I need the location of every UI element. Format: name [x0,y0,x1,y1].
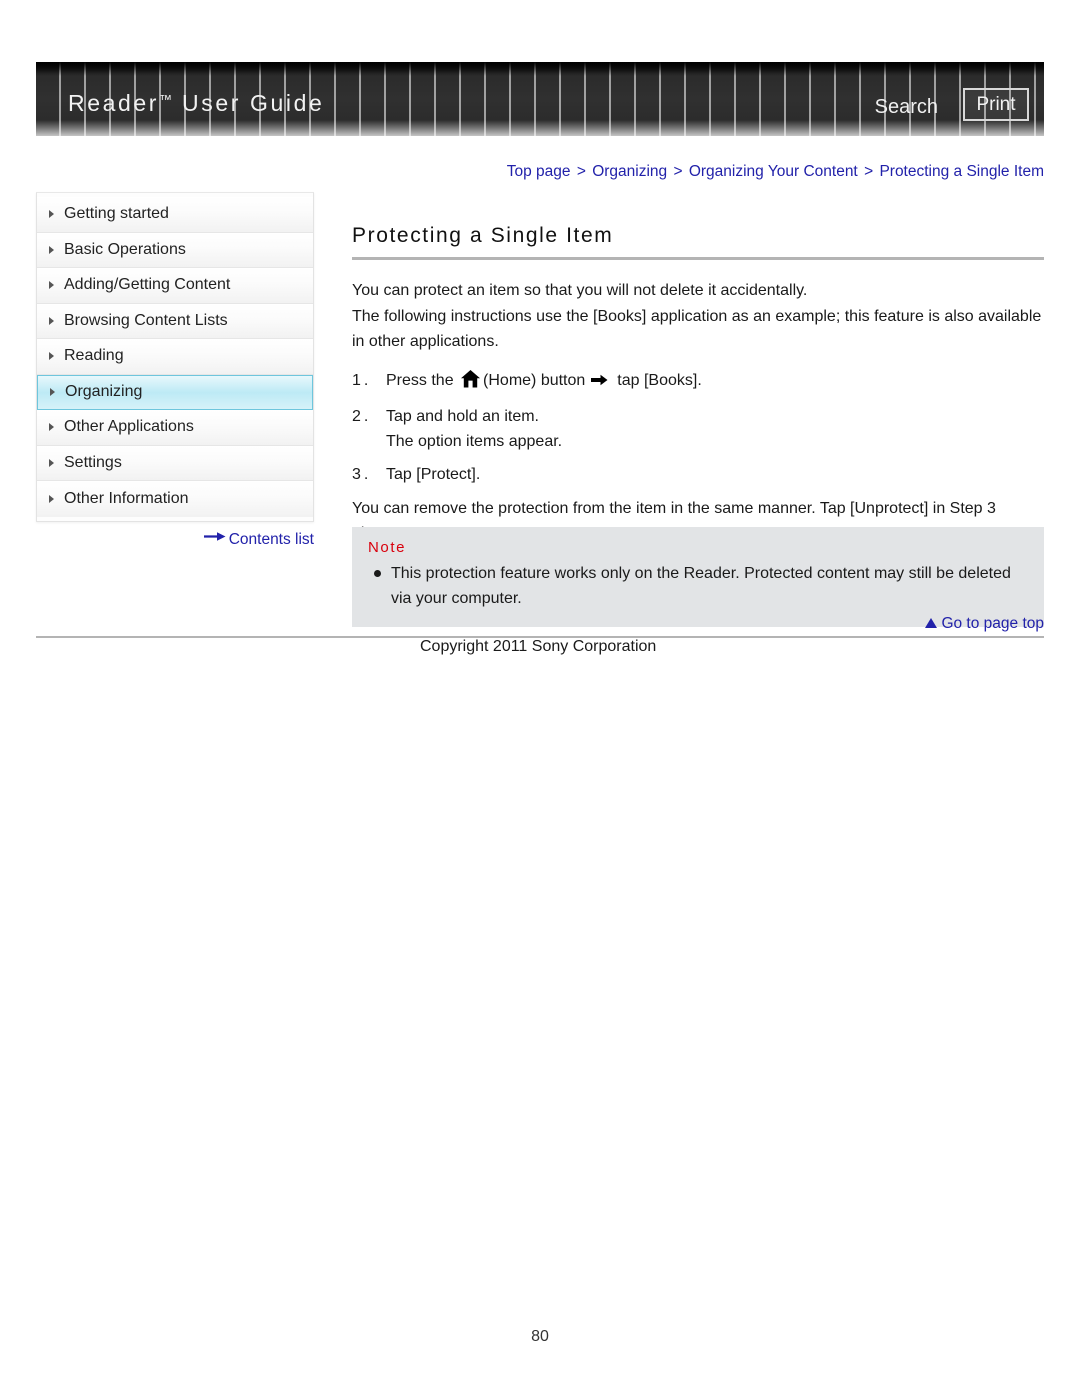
step-body: Tap [Protect]. [386,466,481,483]
step-text: Tap and hold an item. [386,408,539,425]
step-text-before-icon: Press the [386,372,459,389]
sidebar-item-label: Other Applications [64,418,194,436]
chevron-right-icon [50,388,55,397]
intro-line-2: The following instructions use the [Book… [352,308,1042,350]
chevron-right-icon [49,494,54,503]
step-item-2: 2. Tap and hold an item. The option item… [352,404,1044,454]
sidebar-item-label: Organizing [65,383,143,401]
chevron-right-icon [49,352,54,361]
step-item-3: 3. Tap [Protect]. [352,462,1044,487]
sidebar-item-label: Browsing Content Lists [64,311,228,329]
chevron-right-icon [49,210,54,219]
search-link[interactable]: Search [875,96,938,119]
app-title: Reader™ User Guide [68,90,324,117]
chevron-right-icon [49,245,54,254]
chevron-right-icon [49,316,54,325]
breadcrumb-item-organizing[interactable]: Organizing [592,163,667,180]
chevron-right-icon [49,458,54,467]
sidebar-item-getting-started[interactable]: Getting started [37,197,313,233]
sidebar-item-organizing[interactable]: Organizing [37,374,313,410]
chevron-right-icon [49,423,54,432]
intro-block: You can protect an item so that you will… [352,278,1044,354]
sidebar-item-adding-getting-content[interactable]: Adding/Getting Content [37,268,313,304]
print-button[interactable]: Print [963,88,1029,121]
step-item-1: 1. Press the (Home) button tap [Books]. [352,368,1044,396]
header-banner: Reader™ User Guide Search Print [36,62,1044,136]
note-heading: Note [368,539,407,556]
breadcrumb-separator: > [673,163,683,180]
page-number: 80 [531,1328,549,1345]
sidebar-item-reading[interactable]: Reading [37,339,313,375]
breadcrumb-separator: > [864,163,874,180]
step-number: 1. [352,372,372,389]
chevron-right-icon [49,281,54,290]
contents-list-label: Contents list [228,531,314,548]
app-title-rest: User Guide [173,90,325,116]
step-number: 2. [352,408,372,425]
copyright-text: Copyright 2011 Sony Corporation [420,638,657,655]
sidebar-item-settings[interactable]: Settings [37,445,313,481]
sidebar-item-other-applications[interactable]: Other Applications [37,410,313,446]
main-content: Protecting a Single Item You can protect… [352,224,1044,546]
step-text-after-arrow: tap [Books]. [617,372,702,389]
breadcrumb-item-organizing-your-content[interactable]: Organizing Your Content [689,163,858,180]
triangle-up-icon [925,618,938,628]
breadcrumb-item-top-page[interactable]: Top page [507,163,571,180]
intro-line-1: You can protect an item so that you will… [352,282,808,299]
steps-list: 1. Press the (Home) button tap [Books]. 2… [352,368,1044,487]
go-to-page-top-label: Go to page top [941,615,1044,632]
step-subtext: The option items appear. [386,433,563,450]
step-number: 3. [352,466,372,483]
right-arrow-icon [591,369,608,394]
sidebar-item-label: Reading [64,347,124,365]
breadcrumb-item-protecting-a-single-item[interactable]: Protecting a Single Item [879,163,1044,180]
note-box: Note This protection feature works only … [352,527,1044,627]
step-body: Tap and hold an item. The option items a… [386,404,1044,454]
sidebar-item-label: Settings [64,453,122,471]
contents-list-link[interactable]: Contents list [36,529,314,549]
sidebar-item-label: Getting started [64,205,169,223]
right-arrow-icon [203,529,226,547]
step-body: Press the (Home) button tap [Books]. [386,368,1044,396]
sidebar-item-label: Basic Operations [64,240,186,258]
trademark-symbol: ™ [159,92,174,107]
app-title-main: Reader [68,90,160,116]
note-list-item: This protection feature works only on th… [368,561,1028,611]
breadcrumb: Top page > Organizing > Organizing Your … [352,163,1044,181]
sidebar-item-browsing-content-lists[interactable]: Browsing Content Lists [37,303,313,339]
page-title: Protecting a Single Item [352,224,1044,260]
sidebar-item-label: Other Information [64,489,189,507]
home-icon [461,370,481,396]
note-item-text: This protection feature works only on th… [391,565,1011,607]
go-to-page-top-link[interactable]: Go to page top [352,615,1044,633]
sidebar-item-label: Adding/Getting Content [64,276,231,294]
sidebar-item-basic-operations[interactable]: Basic Operations [37,232,313,268]
step-text-after-icon: (Home) button [483,372,586,389]
breadcrumb-separator: > [576,163,586,180]
sidebar-item-other-information[interactable]: Other Information [37,481,313,517]
bullet-icon [374,570,381,577]
sidebar-nav: Getting started Basic Operations Adding/… [36,192,314,522]
